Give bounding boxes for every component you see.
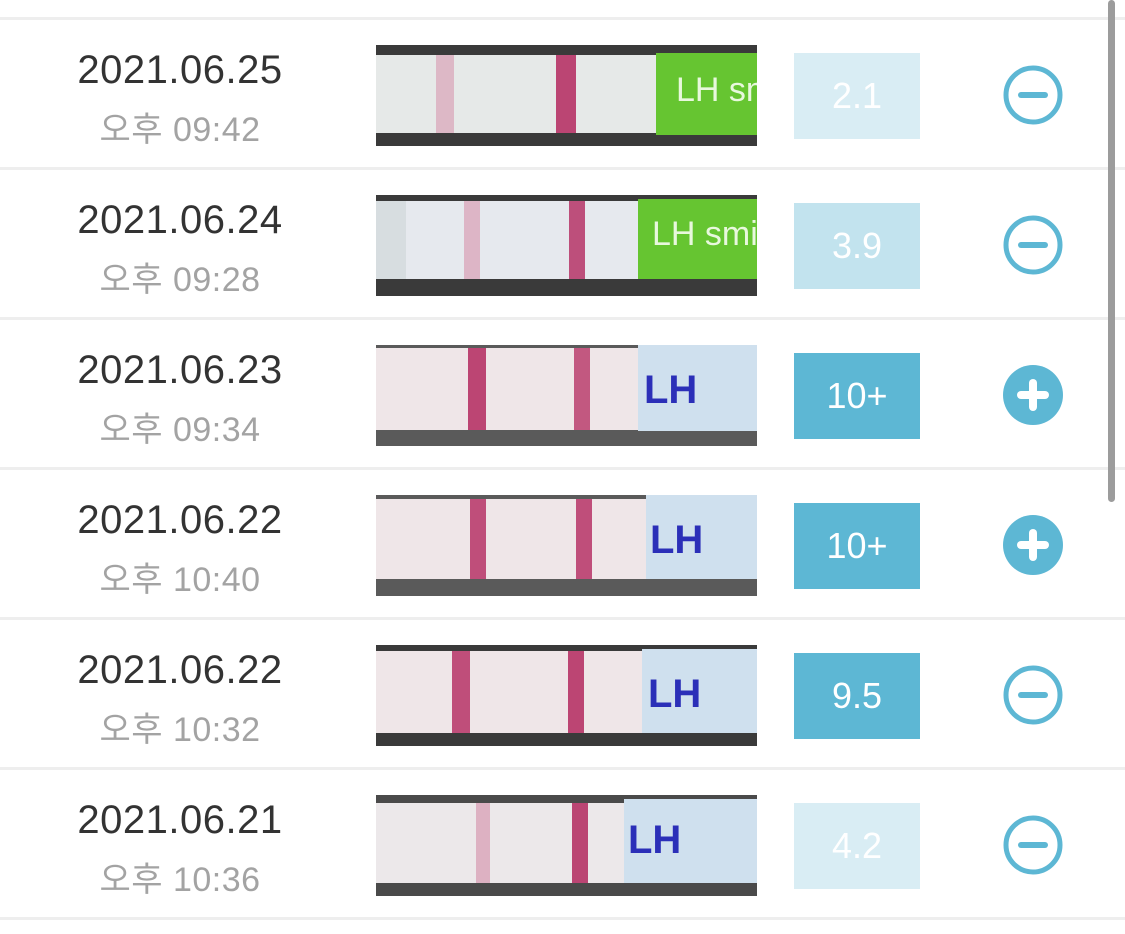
test-time: 오후 09:28 [99,261,261,299]
test-history-list: 2021.06.25 오후 09:42 LH smi 2.1 2021.06.2… [0,0,1125,934]
svg-text:LH: LH [628,818,681,862]
test-strip-photo[interactable]: LH [376,345,757,446]
list-item[interactable]: 2021.06.24 오후 09:28 LH smi 3.9 [0,170,1125,317]
test-strip-photo[interactable]: LH [376,795,757,896]
test-strip-photo[interactable]: LH smi [376,195,757,296]
svg-text:LH: LH [648,672,701,716]
test-date: 2021.06.25 [77,48,283,92]
test-strip-photo[interactable]: LH [376,645,757,746]
svg-text:LH smi: LH smi [676,71,757,109]
plus-circle-icon[interactable] [1002,514,1064,576]
lh-value-badge: 4.2 [794,803,920,889]
lh-value-badge: 10+ [794,353,920,439]
test-strip-photo[interactable]: LH [376,495,757,596]
list-item[interactable]: 2021.06.25 오후 09:42 LH smi 2.1 [0,20,1125,167]
lh-value-badge: 10+ [794,503,920,589]
test-date: 2021.06.24 [77,198,283,242]
test-time: 오후 10:32 [99,711,261,749]
minus-circle-icon[interactable] [1002,214,1064,276]
list-item[interactable]: 2021.06.21 오후 10:36 LH 4.2 [0,770,1125,917]
minus-circle-icon[interactable] [1002,664,1064,726]
list-item[interactable]: 2021.06.23 오후 09:34 LH 10+ [0,320,1125,467]
test-time: 오후 09:42 [99,111,261,149]
test-time: 오후 10:36 [99,861,261,899]
lh-value-badge: 3.9 [794,203,920,289]
lh-value-badge: 9.5 [794,653,920,739]
svg-text:LH smi: LH smi [652,215,757,253]
lh-value-badge: 2.1 [794,53,920,139]
test-time: 오후 10:40 [99,561,261,599]
divider [0,917,1125,920]
test-date: 2021.06.23 [77,348,283,392]
minus-circle-icon[interactable] [1002,814,1064,876]
list-item[interactable]: 2021.06.22 오후 10:32 LH 9.5 [0,620,1125,767]
minus-circle-icon[interactable] [1002,64,1064,126]
plus-circle-icon[interactable] [1002,364,1064,426]
svg-text:LH: LH [644,368,697,412]
test-date: 2021.06.22 [77,648,283,692]
list-item[interactable]: 2021.06.22 오후 10:40 LH 10+ [0,470,1125,617]
scrollbar[interactable] [1108,0,1115,502]
test-date: 2021.06.22 [77,498,283,542]
test-strip-photo[interactable]: LH smi [376,45,757,146]
svg-text:LH: LH [650,518,703,562]
test-time: 오후 09:34 [99,411,261,449]
test-date: 2021.06.21 [77,798,283,842]
